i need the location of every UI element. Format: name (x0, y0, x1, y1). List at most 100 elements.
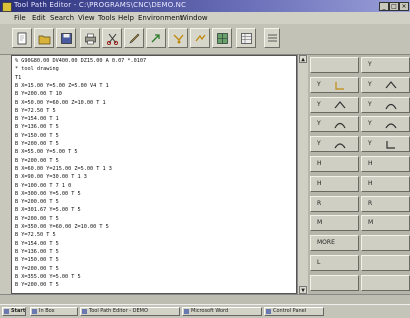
tool-button[interactable] (124, 28, 144, 48)
code-line: B Y=200.00 T 5 (15, 199, 59, 206)
grid-button[interactable] (212, 28, 232, 48)
start-button[interactable]: Start (2, 307, 26, 316)
panel-button-label: Y (368, 61, 372, 68)
panel-button-label: H (317, 160, 322, 167)
code-line: B Y=200.00 T 5 (15, 157, 59, 164)
new-file-icon (17, 32, 27, 45)
panel-button-label: Y (317, 80, 321, 88)
panel-button-0-0[interactable] (310, 57, 359, 73)
panel-button-6-0[interactable]: H (310, 175, 359, 192)
cut-button[interactable] (102, 28, 122, 48)
code-line: B X=15.00 Y=5.00 Z=5.00 V4 T 1 (15, 82, 109, 89)
panel-button-9-0[interactable]: MORE (310, 235, 359, 252)
panel-button-8-1[interactable]: M (361, 215, 410, 232)
taskbar-item-word[interactable]: Microsoft Word (182, 307, 262, 316)
panel-button-2-0[interactable]: Y (310, 96, 359, 113)
panel-button-10-1[interactable] (361, 255, 410, 271)
menu-view[interactable]: View (78, 14, 95, 22)
panel-button-8-0[interactable]: M (310, 215, 359, 232)
code-line: B Y=100.00 T 7 1 0 (15, 182, 72, 189)
menu-search[interactable]: Search (50, 14, 74, 22)
panel-button-11-0[interactable] (310, 274, 359, 291)
panel-button-label: L (317, 259, 321, 266)
panel-button-7-0[interactable]: R (310, 195, 359, 212)
code-line: B Y=200.00 T 5 (15, 265, 59, 272)
panel-button-3-0[interactable]: Y (310, 116, 359, 133)
panel-button-label: Y (368, 80, 372, 88)
open-button[interactable] (34, 28, 54, 48)
code-line: * tool drawing (15, 66, 59, 73)
code-line: B Y=136.00 T 5 (15, 248, 59, 255)
panel-button-7-1[interactable]: R (361, 195, 410, 212)
extra-button[interactable] (264, 28, 280, 48)
panel-button-label: M (317, 219, 323, 227)
panel-button-5-1[interactable]: H (361, 156, 410, 172)
menu-environment[interactable]: Environment (138, 14, 183, 22)
code-line: B Y=200.00 T 5 (15, 282, 59, 289)
editor-scrollbar[interactable]: ▲ ▼ (297, 55, 308, 294)
minimize-button[interactable]: _ (379, 2, 389, 11)
tool-shape-icon (385, 103, 397, 109)
panel-button-label: H (317, 179, 322, 187)
taskbar-item-inbox[interactable]: In Box (30, 307, 78, 316)
word-icon (184, 309, 189, 314)
code-line: B Y=136.00 T 5 (15, 124, 59, 131)
panel-button-1-0[interactable]: Y (310, 76, 359, 93)
panel-button-0-1[interactable]: Y (361, 57, 410, 73)
app-icon (2, 2, 12, 12)
code-line: B X=300.00 Y=5.00 T 5 (15, 190, 81, 197)
app-window: Tool Path Editor - C:\PROGRAMS\CNC\DEMO.… (0, 0, 410, 318)
panel-button-5-0[interactable]: H (310, 156, 359, 172)
arrow-icon (151, 34, 160, 43)
menu-file[interactable]: File (14, 14, 26, 22)
inbox-icon (32, 309, 37, 314)
panel-button-label: Y (368, 140, 372, 148)
new-button[interactable] (12, 28, 32, 48)
panel-button-label: H (368, 179, 373, 187)
panel-button-6-1[interactable]: H (361, 175, 410, 192)
panel-button-label: Y (317, 140, 321, 148)
save-button[interactable] (56, 28, 76, 48)
printer-icon (85, 33, 96, 45)
panel-button-label: Y (368, 100, 372, 108)
insert-button[interactable] (168, 28, 188, 48)
swap-button[interactable] (190, 28, 210, 48)
title-bar: Tool Path Editor - C:\PROGRAMS\CNC\DEMO.… (0, 0, 410, 12)
maximize-button[interactable]: □ (389, 2, 399, 11)
scroll-down-icon[interactable]: ▼ (299, 286, 307, 294)
code-line: T1 (15, 74, 22, 81)
close-button[interactable]: × (399, 2, 409, 11)
menu-help[interactable]: Help (118, 14, 134, 22)
code-line: B Y=154.00 T 1 (15, 116, 59, 123)
taskbar-item-editor[interactable]: Tool Path Editor - DEMO (80, 307, 180, 316)
panel-button-9-1[interactable] (361, 235, 410, 252)
code-line: B Y=154.00 T 5 (15, 240, 59, 247)
print-button[interactable] (80, 28, 100, 48)
menu-tools[interactable]: Tools (98, 14, 115, 22)
arrow-button[interactable] (146, 28, 166, 48)
code-line: B Y=200.00 T 5 (15, 141, 59, 147)
panel-button-3-1[interactable]: Y (361, 116, 410, 133)
code-line: B Y=200.00 T 10 (15, 91, 62, 98)
panel-button-11-1[interactable] (361, 274, 410, 291)
code-line: B X=90.00 Y=30.00 T 1 3 (15, 174, 87, 181)
menu-bar: File Edit Search View Tools Help Environ… (0, 12, 410, 24)
menu-edit[interactable]: Edit (32, 14, 46, 22)
control-panel-icon (266, 309, 271, 314)
insert-icon (173, 34, 184, 44)
taskbar: Start In Box Tool Path Editor - DEMO Mic… (0, 304, 410, 318)
code-editor[interactable]: % G90G80.00 DV400.00 DZ15.00 A 0.07 *.01… (11, 55, 297, 294)
menu-window[interactable]: Window (180, 14, 208, 22)
panel-button-4-0[interactable]: Y (310, 136, 359, 153)
windows-icon (4, 309, 9, 314)
table-button[interactable] (236, 28, 256, 48)
scroll-up-icon[interactable]: ▲ (299, 55, 307, 63)
panel-button-1-1[interactable]: Y (361, 76, 410, 93)
panel-button-label: Y (317, 100, 321, 108)
function-panel: Y Y Y Y Y Y Y Y Y H H H H R R M M MORE L (308, 55, 410, 294)
taskbar-item-control-panel[interactable]: Control Panel (264, 307, 324, 316)
scissors-icon (106, 33, 119, 45)
panel-button-4-1[interactable]: Y (361, 136, 410, 153)
panel-button-10-0[interactable]: L (310, 255, 359, 271)
panel-button-2-1[interactable]: Y (361, 96, 410, 113)
